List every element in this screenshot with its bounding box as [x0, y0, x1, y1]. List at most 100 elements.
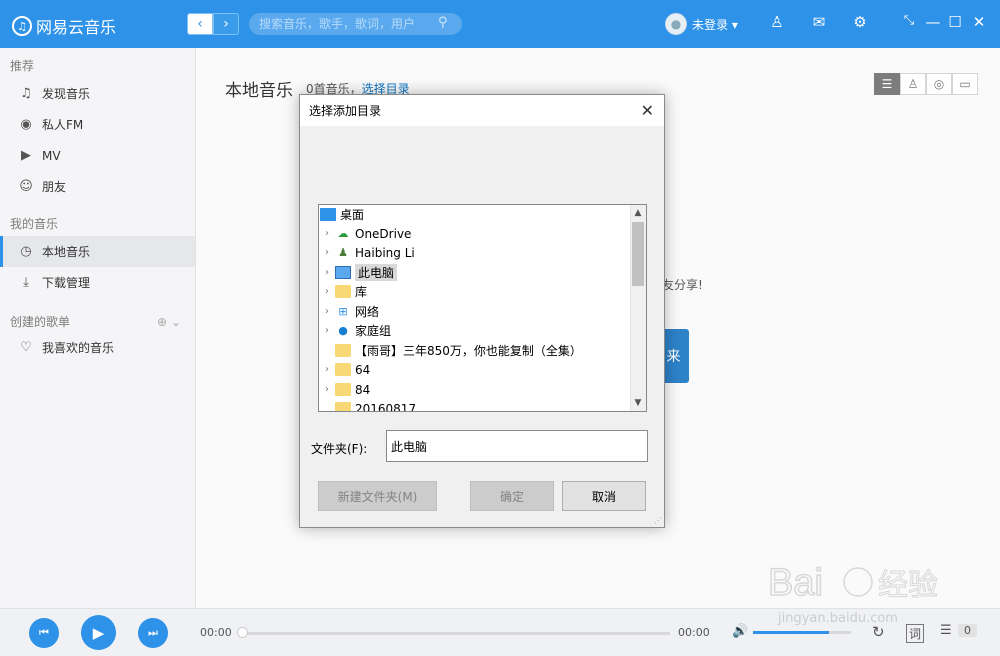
svg-text:Bai: Bai: [768, 562, 823, 604]
scrollbar-thumb[interactable]: [632, 222, 644, 286]
section-created-playlists: 创建的歌单 ⊕ ⌄: [0, 302, 195, 332]
dialog-title: 选择添加目录: [309, 104, 382, 118]
svg-text:jingyan.baidu.com: jingyan.baidu.com: [777, 611, 898, 626]
expand-arrow-icon[interactable]: ›: [319, 325, 335, 336]
folder-view-icon[interactable]: ▭: [952, 73, 978, 95]
tree-item[interactable]: 20160817: [319, 399, 416, 411]
user-menu[interactable]: ● 未登录 ▾: [665, 13, 738, 35]
resize-grip-icon[interactable]: ⋰: [654, 516, 662, 525]
mail-icon[interactable]: ✉: [808, 13, 830, 31]
folder-tree[interactable]: 桌面 › ☁ OneDrive › ♟ Haibing Li › 此电脑 › 库 › ⊞ 网络 …: [318, 204, 647, 412]
expand-arrow-icon[interactable]: ›: [319, 384, 335, 395]
share-hint: 友分享!: [662, 278, 703, 292]
maximize-icon[interactable]: ☐: [944, 13, 966, 31]
volume-fill: [753, 631, 830, 634]
tree-item[interactable]: › ● 家庭组: [319, 321, 391, 340]
time-current: 00:00: [200, 626, 232, 639]
heart-icon: ♡: [20, 340, 32, 355]
tree-item[interactable]: 【雨哥】三年850万，你也能复制（全集）: [319, 341, 582, 360]
radio-icon: ◉: [20, 117, 32, 132]
section-my-music: 我的音乐: [10, 217, 59, 231]
sidebar-item-local-music[interactable]: ◷ 本地音乐: [0, 236, 195, 267]
sidebar-item-liked[interactable]: ♡ 我喜欢的音乐: [0, 332, 195, 363]
tree-item[interactable]: › ♟ Haibing Li: [319, 243, 415, 262]
onedrive-icon: ☁: [337, 227, 349, 240]
sidebar-item-discover[interactable]: ♫ 发现音乐: [0, 78, 195, 109]
tree-item[interactable]: › ☁ OneDrive: [319, 224, 411, 243]
time-total: 00:00: [678, 626, 710, 639]
folder-input[interactable]: [386, 430, 648, 462]
settings-gear-icon[interactable]: ⚙: [849, 13, 871, 31]
tree-label: 此电脑: [355, 264, 398, 281]
tree-label: 84: [355, 382, 371, 397]
app-logo[interactable]: ♫ 网易云音乐: [12, 14, 116, 38]
sidebar-item-downloads[interactable]: ⤓ 下载管理: [0, 267, 195, 298]
tree-item-selected[interactable]: › 此电脑: [319, 263, 398, 282]
progress-track[interactable]: [240, 632, 670, 635]
volume-icon[interactable]: 🔊: [732, 624, 748, 639]
previous-icon[interactable]: ⏮: [29, 618, 59, 648]
tree-item[interactable]: 桌面: [319, 205, 364, 224]
close-icon[interactable]: ✕: [968, 13, 990, 31]
artist-view-icon[interactable]: ♙: [900, 73, 926, 95]
dialog-close-icon[interactable]: ✕: [641, 101, 654, 120]
search-input[interactable]: [249, 13, 462, 35]
top-bar: ♫ 网易云音乐 ‹ › ⚲ ● 未登录 ▾ ♙ ✉ ⚙ ⤡ — ☐ ✕: [0, 0, 1000, 48]
sidebar-item-fm[interactable]: ◉ 私人FM: [0, 109, 195, 140]
avatar: ●: [665, 13, 687, 35]
list-view-icon[interactable]: ☰: [874, 73, 900, 95]
folder-label: 文件夹(F):: [311, 442, 368, 456]
new-folder-button[interactable]: 新建文件夹(M): [318, 481, 437, 511]
view-switcher: ☰ ♙ ◎ ▭: [874, 73, 978, 95]
tree-scrollbar[interactable]: ▲ ▼: [630, 205, 646, 411]
add-playlist-icon[interactable]: ⊕: [157, 315, 167, 329]
scroll-up-icon[interactable]: ▲: [630, 205, 646, 221]
netease-logo-icon: ♫: [12, 16, 32, 36]
ok-button[interactable]: 确定: [470, 481, 554, 511]
expand-arrow-icon[interactable]: ›: [319, 228, 335, 239]
forward-button[interactable]: ›: [213, 13, 239, 35]
computer-icon: [335, 266, 351, 279]
sidebar-item-label: MV: [42, 148, 61, 163]
clock-icon: ◷: [20, 244, 32, 259]
tree-label: 桌面: [340, 208, 365, 222]
back-button[interactable]: ‹: [187, 13, 213, 35]
download-icon: ⤓: [23, 275, 29, 290]
expand-arrow-icon[interactable]: ›: [319, 247, 335, 258]
progress-knob[interactable]: [237, 627, 248, 638]
expand-arrow-icon[interactable]: ›: [319, 364, 335, 375]
tree-label: 库: [355, 285, 368, 299]
friends-icon: ☺: [19, 179, 33, 194]
cancel-button[interactable]: 取消: [562, 481, 646, 511]
tree-label: Haibing Li: [355, 245, 415, 260]
sidebar-item-mv[interactable]: ▶ MV: [0, 140, 195, 171]
scroll-down-icon[interactable]: ▼: [630, 395, 646, 411]
mini-mode-icon[interactable]: ⤡: [898, 13, 920, 28]
baidu-watermark-logo: Bai 经验 jingyan.baidu.com: [767, 561, 938, 626]
expand-arrow-icon[interactable]: ›: [319, 306, 335, 317]
search-icon[interactable]: ⚲: [438, 15, 448, 30]
tree-item[interactable]: › ⊞ 网络: [319, 302, 379, 321]
sidebar-item-friends[interactable]: ☺ 朋友: [0, 171, 195, 202]
sidebar-item-label: 我喜欢的音乐: [42, 341, 115, 355]
chevron-down-icon[interactable]: ⌄: [171, 315, 181, 329]
tree-item[interactable]: › 库: [319, 282, 367, 301]
sidebar-item-label: 发现音乐: [42, 87, 91, 101]
play-icon[interactable]: ▶: [81, 615, 116, 650]
album-view-icon[interactable]: ◎: [926, 73, 952, 95]
user-icon: ♟: [338, 246, 348, 259]
network-icon: ⊞: [338, 305, 348, 318]
tree-item[interactable]: › 84: [319, 380, 370, 399]
expand-arrow-icon[interactable]: ›: [319, 286, 335, 297]
skin-icon[interactable]: ♙: [766, 13, 788, 31]
tree-item[interactable]: › 64: [319, 360, 370, 379]
tree-label: OneDrive: [355, 226, 412, 241]
minimize-icon[interactable]: —: [922, 13, 944, 31]
next-icon[interactable]: ⏭: [138, 618, 168, 648]
folder-icon: [335, 344, 351, 357]
library-icon: [335, 285, 351, 298]
section-recommend: 推荐: [10, 59, 35, 73]
folder-icon: [335, 383, 351, 396]
tree-label: 网络: [355, 305, 380, 319]
expand-arrow-icon[interactable]: ›: [319, 267, 335, 278]
